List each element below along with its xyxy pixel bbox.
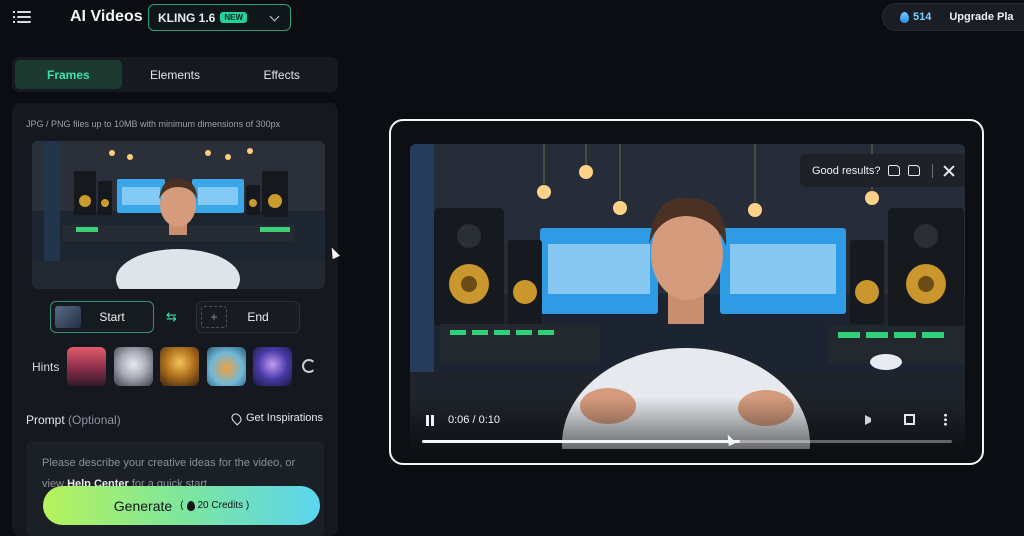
swap-icon[interactable]: ⇆: [166, 310, 184, 324]
upload-hint: JPG / PNG files up to 10MB with minimum …: [26, 119, 281, 129]
page-title: AI Videos: [70, 8, 143, 25]
menu-icon[interactable]: [13, 9, 31, 25]
video-player[interactable]: Good results? 0:06 / 0:10: [410, 144, 965, 449]
credit-icon: [900, 11, 909, 23]
feedback-label: Good results?: [812, 164, 881, 177]
volume-icon[interactable]: [865, 415, 875, 425]
hint-thumbnail-sculpture[interactable]: [114, 347, 153, 386]
model-select[interactable]: KLING 1.6 NEW: [148, 4, 291, 31]
prompt-label-text: Prompt: [26, 413, 65, 427]
hints-label: Hints: [32, 360, 60, 374]
prompt-optional-text: (Optional): [68, 413, 121, 427]
studio-portrait-image: [32, 141, 325, 289]
tab-effects[interactable]: Effects: [228, 60, 335, 89]
video-progress-fill: [422, 440, 740, 443]
close-icon[interactable]: [943, 165, 955, 177]
feedback-bar: Good results?: [800, 154, 965, 187]
end-frame-button[interactable]: + End: [196, 301, 300, 333]
playback-time: 0:06 / 0:10: [448, 414, 500, 426]
plus-icon: +: [201, 306, 227, 328]
generate-button[interactable]: Generate (20 Credits ): [43, 486, 320, 525]
generate-credit-count: 20: [197, 500, 209, 511]
divider: [932, 163, 934, 178]
more-options-icon[interactable]: [944, 413, 947, 426]
video-controls: 0:06 / 0:10: [410, 397, 965, 449]
refresh-icon[interactable]: [302, 359, 316, 373]
prompt-label: Prompt (Optional): [26, 413, 121, 427]
get-inspirations-link[interactable]: Get Inspirations: [229, 410, 324, 426]
start-frame-label: Start: [99, 310, 125, 324]
thumbs-down-icon[interactable]: [908, 165, 921, 176]
hint-thumbnail-sunset[interactable]: [67, 347, 106, 386]
tab-elements[interactable]: Elements: [122, 60, 229, 89]
account-pill: 514 Upgrade Pla: [882, 3, 1024, 31]
end-frame-label: End: [247, 310, 269, 324]
pause-icon[interactable]: [425, 415, 435, 426]
generate-credit-suffix: Credits: [211, 500, 244, 511]
credit-count: 514: [913, 11, 932, 23]
start-frame-thumbnail: [55, 306, 81, 328]
video-result-card: Good results? 0:06 / 0:10: [389, 119, 984, 465]
mode-tabs: Frames Elements Effects: [12, 57, 338, 92]
hint-thumbnail-deity[interactable]: [160, 347, 199, 386]
start-frame-preview[interactable]: [32, 141, 325, 289]
frame-selector: Start ⇆ + End: [50, 301, 302, 333]
chevron-down-icon: [269, 11, 280, 22]
tab-frames[interactable]: Frames: [15, 60, 122, 89]
hint-thumbnail-cat[interactable]: [207, 347, 246, 386]
model-name: KLING 1.6: [158, 10, 216, 25]
upgrade-plan-link[interactable]: Upgrade Pla: [949, 11, 1013, 23]
new-badge: NEW: [220, 12, 248, 23]
video-progress-bar[interactable]: [422, 440, 952, 443]
fullscreen-icon[interactable]: [904, 414, 915, 425]
start-frame-button[interactable]: Start: [50, 301, 154, 333]
generate-credits: (20 Credits ): [180, 500, 250, 511]
thumbs-up-icon[interactable]: [888, 165, 901, 176]
get-inspirations-label: Get Inspirations: [246, 412, 324, 424]
generate-label: Generate: [113, 497, 173, 514]
location-pin-icon: [229, 410, 244, 426]
credit-icon: [186, 500, 195, 511]
settings-panel: JPG / PNG files up to 10MB with minimum …: [12, 103, 338, 536]
hint-thumbnail-cosmic[interactable]: [253, 347, 292, 386]
